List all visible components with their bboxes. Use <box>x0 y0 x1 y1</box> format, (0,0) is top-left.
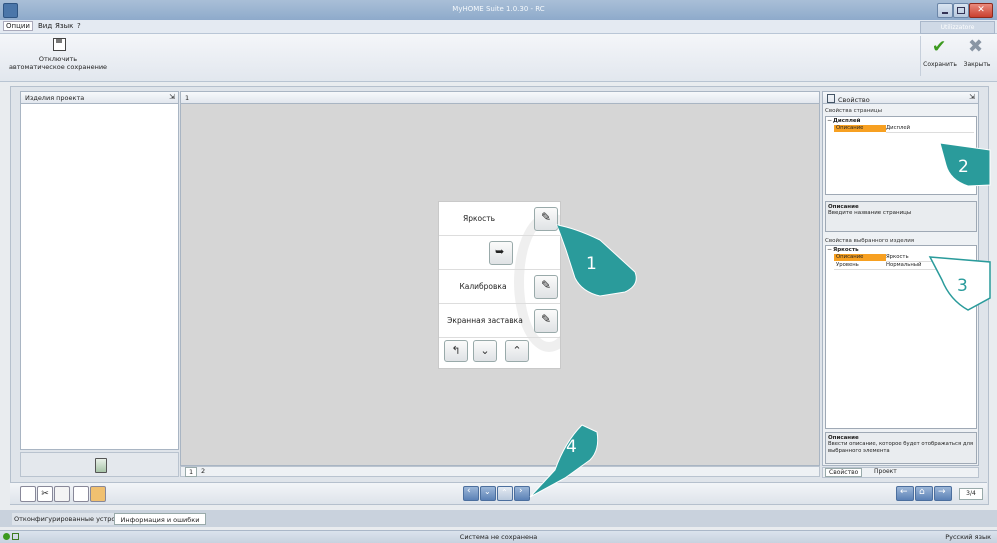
callout-1-number: 1 <box>586 254 597 274</box>
callout-overlay <box>529 142 991 498</box>
callout-4 <box>529 424 599 498</box>
callout-3-number: 3 <box>957 276 968 296</box>
callout-2-number: 2 <box>958 157 969 177</box>
callout-4-number: 4 <box>566 437 577 457</box>
